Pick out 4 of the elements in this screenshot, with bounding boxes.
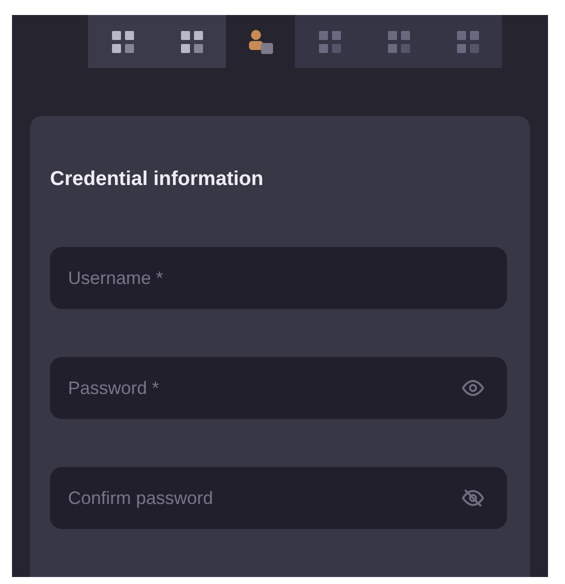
- input-field[interactable]: Username *: [50, 247, 507, 309]
- input-field[interactable]: Password *: [50, 357, 507, 419]
- input-field[interactable]: Confirm password: [50, 467, 507, 529]
- section-title: Credential information: [50, 168, 264, 191]
